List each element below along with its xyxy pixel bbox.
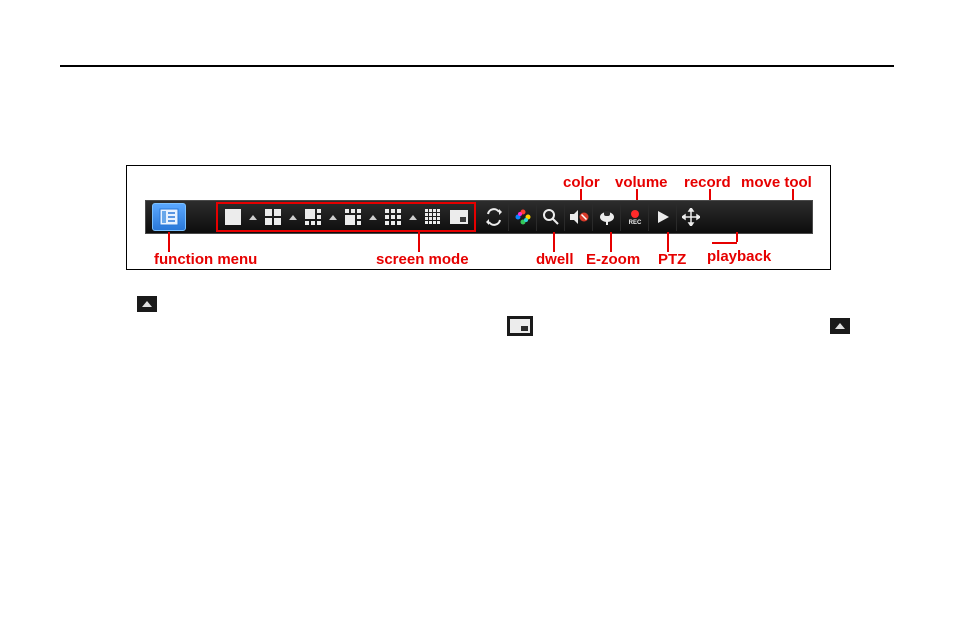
label-screen-mode: screen mode [376, 251, 469, 268]
ezoom-button[interactable] [536, 203, 564, 231]
screen-mode-8-more[interactable] [366, 204, 380, 230]
screen-mode-9[interactable] [380, 204, 406, 230]
screen-mode-1[interactable] [220, 204, 246, 230]
screen-mode-9-more[interactable] [406, 204, 420, 230]
pip-icon-standalone [507, 316, 533, 336]
ptz-icon [598, 208, 616, 226]
quad-view-icon [265, 209, 281, 225]
screen-mode-8[interactable] [340, 204, 366, 230]
label-volume: volume [615, 174, 668, 191]
screen-mode-16[interactable] [420, 204, 446, 230]
screen-mode-4-more[interactable] [286, 204, 300, 230]
screen-mode-group [216, 202, 476, 232]
arrow-up-icon-left [137, 296, 157, 312]
ptz-button[interactable] [592, 203, 620, 231]
label-ezoom: E-zoom [586, 251, 640, 268]
sixteen-view-icon [425, 209, 441, 225]
diagram-frame: color volume record move tool [126, 165, 831, 270]
label-function-menu: function menu [154, 251, 257, 268]
nine-view-icon [385, 209, 401, 225]
record-button[interactable]: REC [620, 203, 648, 231]
color-button[interactable] [508, 203, 536, 231]
label-ptz: PTZ [658, 251, 686, 268]
right-tools: REC [480, 203, 704, 231]
screen-mode-6[interactable] [300, 204, 326, 230]
function-menu-icon [159, 208, 179, 226]
move-tool-icon [682, 208, 700, 226]
screen-mode-4[interactable] [260, 204, 286, 230]
volume-button[interactable] [564, 203, 592, 231]
play-icon [655, 209, 671, 225]
label-record: record [684, 174, 731, 191]
label-playback: playback [707, 248, 771, 265]
dwell-button[interactable] [480, 203, 508, 231]
record-icon: REC [625, 208, 645, 226]
six-view-icon [305, 209, 321, 225]
playback-button[interactable] [648, 203, 676, 231]
single-view-icon [225, 209, 241, 225]
eight-view-icon [345, 209, 361, 225]
color-icon [514, 208, 532, 226]
move-tool-button[interactable] [676, 203, 704, 231]
label-dwell: dwell [536, 251, 574, 268]
function-menu-button[interactable] [152, 203, 186, 231]
volume-icon [569, 208, 589, 226]
svg-text:REC: REC [628, 220, 641, 226]
zoom-icon [542, 208, 560, 226]
dwell-icon [485, 208, 503, 226]
horizontal-rule [60, 65, 894, 67]
screen-mode-6-more[interactable] [326, 204, 340, 230]
pip-icon [450, 210, 468, 224]
label-move-tool: move tool [741, 174, 812, 191]
screen-mode-1-more[interactable] [246, 204, 260, 230]
screen-mode-pip[interactable] [446, 204, 472, 230]
toolbar: REC [145, 200, 813, 234]
arrow-up-icon-right [830, 318, 850, 334]
